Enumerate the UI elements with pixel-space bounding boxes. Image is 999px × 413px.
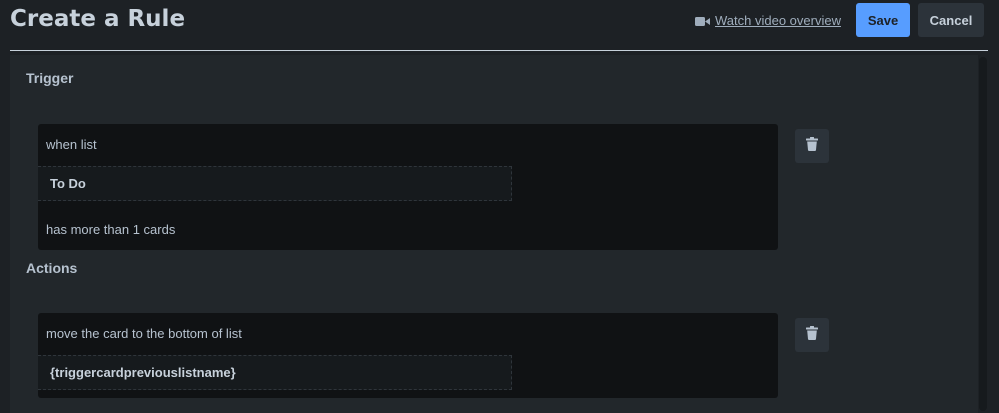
watch-video-label: Watch video overview [715,12,841,28]
trigger-text-when-list: when list [46,137,97,152]
actions-section-label: Actions [26,260,78,276]
action-list-field[interactable]: {triggercardpreviouslistname} [38,355,512,390]
video-camera-icon [695,15,710,26]
cancel-button[interactable]: Cancel [918,3,984,37]
trigger-text-count: has more than 1 cards [46,222,176,237]
trash-icon [806,325,818,345]
trigger-section-label: Trigger [26,70,74,86]
save-button[interactable]: Save [856,3,910,37]
watch-video-link[interactable]: Watch video overview [695,11,841,29]
trash-icon [806,136,818,156]
scrollbar-thumb[interactable] [979,57,987,411]
trigger-list-field[interactable]: To Do [38,166,512,201]
page-header: Create a Rule Watch video overview Save … [0,0,999,48]
action-text-move-card: move the card to the bottom of list [46,326,242,341]
action-card[interactable]: move the card to the bottom of list {tri… [38,313,778,398]
trigger-card[interactable]: when list To Do has more than 1 cards [38,124,778,250]
page-title: Create a Rule [10,6,186,32]
delete-action-button[interactable] [795,318,829,352]
header-divider [10,50,988,51]
delete-trigger-button[interactable] [795,129,829,163]
